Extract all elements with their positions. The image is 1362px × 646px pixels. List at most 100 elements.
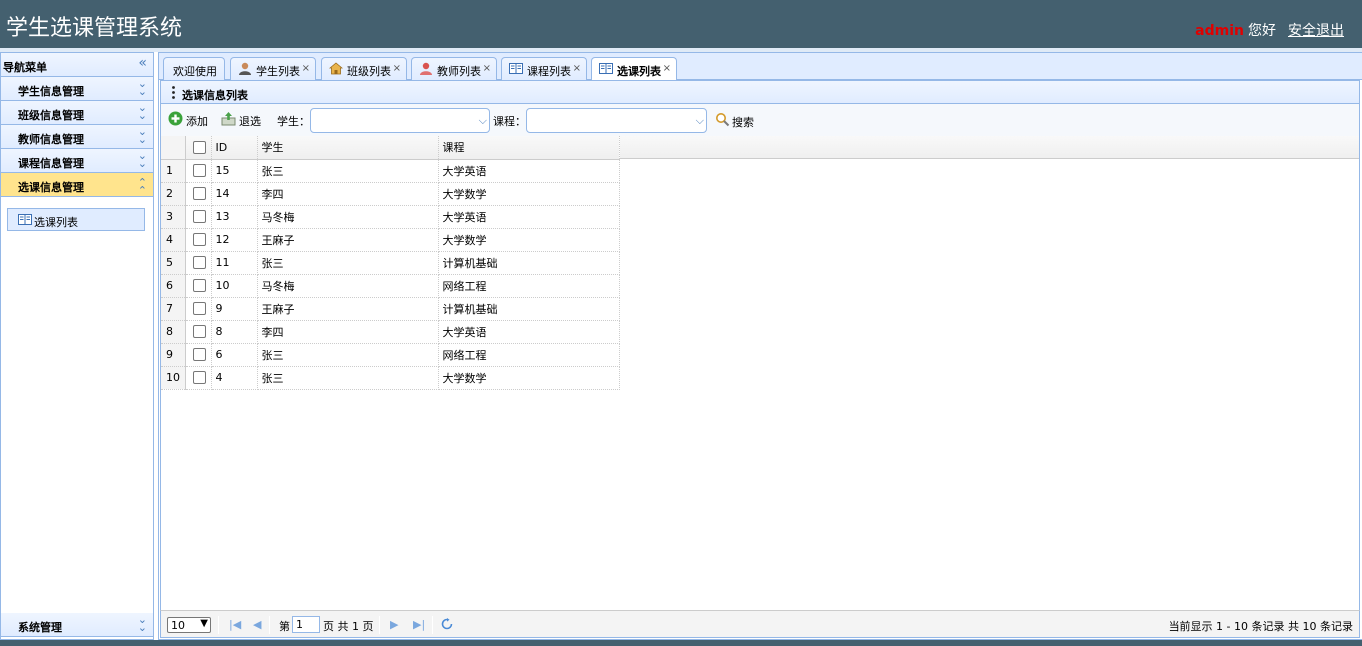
page-size-value: 10 bbox=[171, 619, 185, 632]
last-page-icon[interactable]: ▶| bbox=[413, 618, 425, 631]
column-header-student[interactable]: 学生 bbox=[257, 136, 439, 160]
sidebar-item-system[interactable]: 系统管理 ⌄ ⌄ bbox=[1, 613, 153, 637]
table-row[interactable]: 5 11 张三 计算机基础 bbox=[161, 251, 620, 275]
chevron-double-down-icon: ⌄ ⌄ bbox=[137, 77, 147, 98]
table-row[interactable]: 6 10 马冬梅 网络工程 bbox=[161, 274, 620, 298]
column-header-course[interactable]: 课程 bbox=[438, 136, 620, 160]
row-checkbox[interactable] bbox=[192, 233, 206, 247]
tab-selection-list[interactable]: 选课列表 × bbox=[591, 57, 677, 81]
pager-separator bbox=[379, 616, 380, 634]
student-filter-label: 学生： bbox=[277, 115, 310, 128]
page-size-select[interactable]: 10 ▼ bbox=[167, 617, 211, 633]
collapse-left-icon[interactable]: « bbox=[138, 55, 147, 71]
sidebar-item-student[interactable]: 学生信息管理 ⌄ ⌄ bbox=[1, 77, 153, 101]
sidebar-item-selection[interactable]: 选课信息管理 ⌃ ⌃ bbox=[1, 173, 153, 197]
withdraw-icon bbox=[221, 112, 236, 126]
table-row[interactable]: 2 14 李四 大学数学 bbox=[161, 182, 620, 206]
tab-welcome[interactable]: 欢迎使用 bbox=[163, 57, 225, 80]
table-row[interactable]: 10 4 张三 大学数学 bbox=[161, 366, 620, 390]
cell-student: 王麻子 bbox=[257, 228, 439, 252]
cell-course: 大学数学 bbox=[438, 366, 620, 390]
add-icon bbox=[168, 111, 183, 126]
row-checkbox[interactable] bbox=[192, 256, 206, 270]
sidebar-header: 导航菜单 « bbox=[1, 53, 153, 77]
row-number: 2 bbox=[161, 182, 186, 206]
username: admin bbox=[1195, 23, 1244, 39]
tab-student-list[interactable]: 学生列表 × bbox=[230, 57, 316, 80]
logout-link[interactable]: 安全退出 bbox=[1288, 23, 1344, 39]
student-combobox[interactable]: ⌵ bbox=[310, 108, 490, 133]
row-checkbox[interactable] bbox=[192, 302, 206, 316]
cell-id: 9 bbox=[211, 297, 258, 321]
chevron-down-icon: ⌵ bbox=[478, 114, 487, 127]
close-icon[interactable]: × bbox=[483, 63, 491, 74]
row-checkbox[interactable] bbox=[192, 210, 206, 224]
row-number: 9 bbox=[161, 343, 186, 367]
page-number-input[interactable]: 1 bbox=[292, 616, 320, 633]
main-area: 欢迎使用 学生列表 × 班级列表 × 教师列表 × 课程列表 × 选课列表 × … bbox=[158, 52, 1362, 640]
sidebar: 导航菜单 « 学生信息管理 ⌄ ⌄ 班级信息管理 ⌄ ⌄ 教师信息管理 ⌄ ⌄ 课程信… bbox=[0, 52, 154, 640]
cell-student: 马冬梅 bbox=[257, 205, 439, 229]
cell-course: 大学数学 bbox=[438, 182, 620, 206]
book-icon bbox=[509, 63, 523, 74]
table-row[interactable]: 9 6 张三 网络工程 bbox=[161, 343, 620, 367]
chevron-double-down-icon: ⌄ ⌄ bbox=[137, 101, 147, 122]
sidebar-item-label: 系统管理 bbox=[18, 621, 62, 634]
panel-title: 选课信息列表 bbox=[182, 89, 248, 102]
cell-id: 8 bbox=[211, 320, 258, 344]
record-info: 当前显示 1 - 10 条记录 共 10 条记录 bbox=[1168, 620, 1353, 633]
close-icon[interactable]: × bbox=[573, 63, 581, 74]
table-header-row: ID 学生 课程 bbox=[161, 136, 620, 160]
cell-student: 张三 bbox=[257, 159, 439, 183]
sidebar-title: 导航菜单 bbox=[3, 61, 47, 74]
sidebar-link-selection-list[interactable]: 选课列表 bbox=[7, 208, 145, 231]
sidebar-item-label: 学生信息管理 bbox=[18, 85, 84, 98]
cell-student: 张三 bbox=[257, 343, 439, 367]
sidebar-item-teacher[interactable]: 教师信息管理 ⌄ ⌄ bbox=[1, 125, 153, 149]
sidebar-item-class[interactable]: 班级信息管理 ⌄ ⌄ bbox=[1, 101, 153, 125]
refresh-icon[interactable] bbox=[441, 618, 453, 630]
cell-id: 10 bbox=[211, 274, 258, 298]
column-header-id[interactable]: ID bbox=[211, 136, 258, 160]
page-number-value: 1 bbox=[296, 618, 303, 631]
tab-teacher-list[interactable]: 教师列表 × bbox=[411, 57, 497, 80]
row-checkbox[interactable] bbox=[192, 187, 206, 201]
cell-course: 计算机基础 bbox=[438, 251, 620, 275]
tab-label: 选课列表 bbox=[617, 65, 661, 78]
chevron-double-down-icon: ⌄ ⌄ bbox=[137, 149, 147, 170]
next-page-icon[interactable]: ▶ bbox=[390, 618, 398, 631]
row-checkbox[interactable] bbox=[192, 325, 206, 339]
close-icon[interactable]: × bbox=[663, 63, 671, 74]
sidebar-item-label: 课程信息管理 bbox=[18, 157, 84, 170]
cell-course: 计算机基础 bbox=[438, 297, 620, 321]
row-number: 4 bbox=[161, 228, 186, 252]
cell-id: 13 bbox=[211, 205, 258, 229]
cell-student: 张三 bbox=[257, 366, 439, 390]
cell-id: 11 bbox=[211, 251, 258, 275]
tab-class-list[interactable]: 班级列表 × bbox=[321, 57, 407, 80]
sidebar-item-course[interactable]: 课程信息管理 ⌄ ⌄ bbox=[1, 149, 153, 173]
tab-course-list[interactable]: 课程列表 × bbox=[501, 57, 587, 80]
sidebar-item-label: 班级信息管理 bbox=[18, 109, 84, 122]
withdraw-button[interactable]: 退选 bbox=[221, 111, 263, 129]
first-page-icon[interactable]: |◀ bbox=[229, 618, 241, 631]
select-all-checkbox[interactable] bbox=[192, 141, 206, 154]
prev-page-icon[interactable]: ◀ bbox=[253, 618, 261, 631]
table-row[interactable]: 1 15 张三 大学英语 bbox=[161, 159, 620, 183]
tab-label: 学生列表 bbox=[256, 65, 300, 78]
close-icon[interactable]: × bbox=[302, 63, 310, 74]
row-checkbox[interactable] bbox=[192, 371, 206, 385]
row-checkbox[interactable] bbox=[192, 279, 206, 293]
search-button[interactable]: 搜索 bbox=[715, 111, 759, 129]
table-row[interactable]: 7 9 王麻子 计算机基础 bbox=[161, 297, 620, 321]
table-row[interactable]: 3 13 马冬梅 大学英语 bbox=[161, 205, 620, 229]
close-icon[interactable]: × bbox=[393, 63, 401, 74]
app-header: 学生选课管理系统 admin 您好 安全退出 bbox=[0, 0, 1362, 48]
add-button[interactable]: 添加 bbox=[168, 111, 210, 129]
table-row[interactable]: 8 8 李四 大学英语 bbox=[161, 320, 620, 344]
row-checkbox[interactable] bbox=[192, 164, 206, 178]
row-checkbox[interactable] bbox=[192, 348, 206, 362]
table-row[interactable]: 4 12 王麻子 大学数学 bbox=[161, 228, 620, 252]
course-combobox[interactable]: ⌵ bbox=[526, 108, 707, 133]
user-icon bbox=[239, 62, 251, 75]
